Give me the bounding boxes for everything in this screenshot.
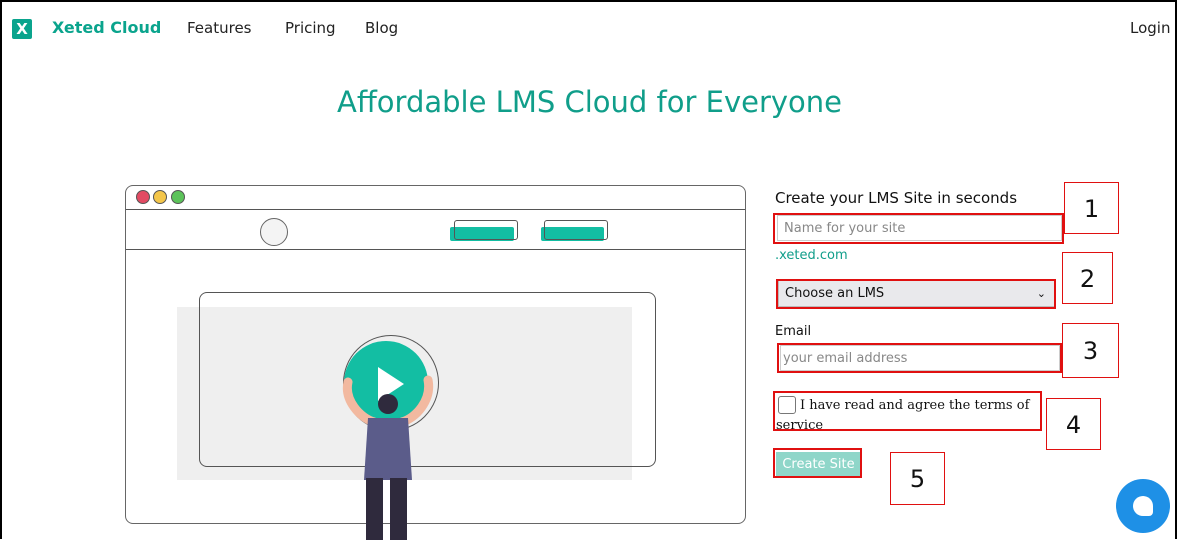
window-close-dot-icon xyxy=(136,190,150,204)
xeted-logo-icon[interactable]: X xyxy=(12,19,32,39)
chat-bubble-glyph xyxy=(1133,496,1153,516)
hero-title: Affordable LMS Cloud for Everyone xyxy=(336,85,842,119)
terms-label: I have read and agree the terms of servi… xyxy=(776,398,1030,433)
illustration-button-outline xyxy=(544,220,608,240)
site-domain-suffix: .xeted.com xyxy=(775,248,848,263)
annotation-number: 3 xyxy=(1062,323,1119,378)
illustration-button-outline xyxy=(454,220,518,240)
annotation-number: 2 xyxy=(1062,252,1113,304)
annotation-number: 1 xyxy=(1064,182,1119,234)
nav-link-pricing[interactable]: Pricing xyxy=(285,19,336,37)
email-label: Email xyxy=(775,324,812,339)
chevron-down-icon: ⌄ xyxy=(1036,287,1046,300)
site-name-input[interactable] xyxy=(777,215,1062,241)
create-site-button[interactable]: Create Site xyxy=(776,452,861,478)
annotation-number: 5 xyxy=(890,452,945,505)
person-illustration-icon xyxy=(342,375,434,540)
terms-checkbox[interactable] xyxy=(778,396,796,414)
email-input[interactable] xyxy=(780,345,1060,371)
chat-icon[interactable] xyxy=(1116,479,1170,533)
brand-name[interactable]: Xeted Cloud xyxy=(52,18,161,37)
top-nav: X Xeted Cloud Features Pricing Blog Logi… xyxy=(0,0,1179,58)
lms-select-value: Choose an LMS xyxy=(785,286,885,301)
form-title: Create your LMS Site in seconds xyxy=(775,189,1018,207)
window-maximize-dot-icon xyxy=(171,190,185,204)
nav-link-blog[interactable]: Blog xyxy=(365,19,398,37)
illustration-divider xyxy=(126,249,745,250)
nav-link-features[interactable]: Features xyxy=(187,19,252,37)
window-minimize-dot-icon xyxy=(153,190,167,204)
illustration-divider xyxy=(126,209,745,210)
annotation-number: 4 xyxy=(1046,398,1101,450)
lms-select[interactable]: Choose an LMS ⌄ xyxy=(778,280,1055,307)
illustration-avatar-icon xyxy=(260,218,288,246)
login-link[interactable]: Login xyxy=(1130,19,1170,37)
